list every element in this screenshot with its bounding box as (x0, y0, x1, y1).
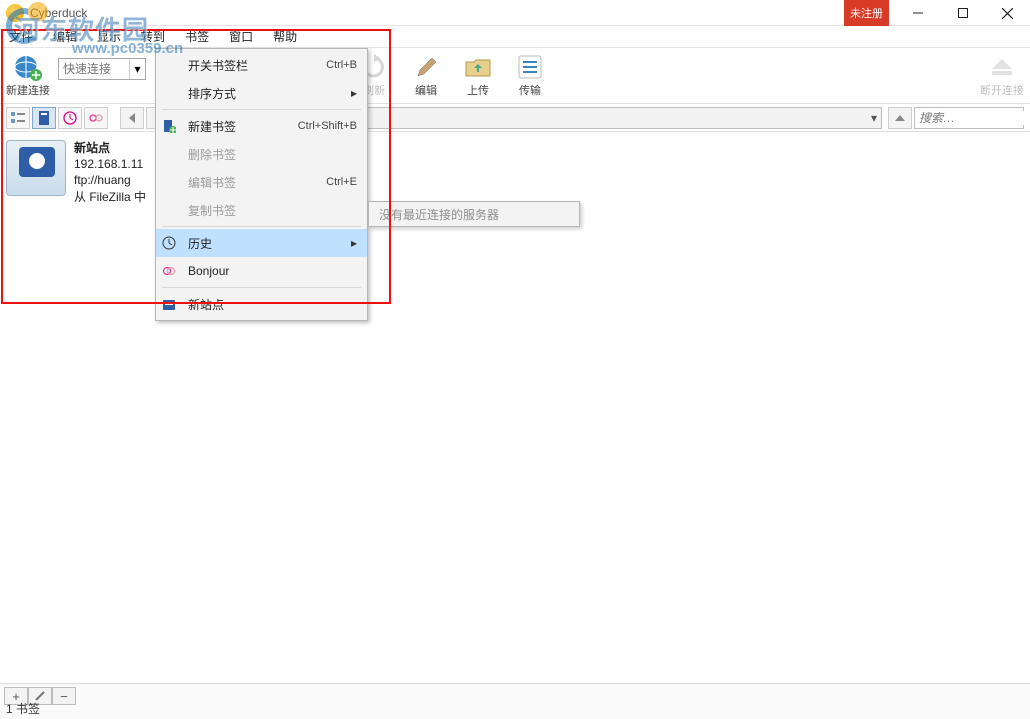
history-submenu: 没有最近连接的服务器 (368, 201, 580, 227)
menu-goto[interactable]: 转到 (138, 26, 168, 47)
menu-help[interactable]: 帮助 (270, 26, 300, 47)
view-bookmark-button[interactable] (32, 107, 56, 129)
menu-delete-bookmark: 删除书签 (156, 140, 367, 168)
search-box[interactable]: 🔍 (914, 107, 1024, 129)
menu-new-site[interactable]: 新站点 (156, 290, 367, 318)
menu-view[interactable]: 显示 (94, 26, 124, 47)
quick-connect[interactable]: ▾ (58, 58, 146, 80)
list-icon (514, 53, 546, 81)
chevron-right-icon: ▸ (351, 86, 357, 100)
status-bar: + − 1 书签 (0, 683, 1030, 719)
app-title: Cyberduck (30, 6, 87, 20)
menu-edit-bookmark: 编辑书签 Ctrl+E (156, 168, 367, 196)
view-outline-button[interactable] (6, 107, 30, 129)
maximize-button[interactable] (940, 0, 985, 26)
nav-up-button[interactable] (888, 107, 912, 129)
upload-button[interactable]: 上传 (456, 53, 500, 98)
eject-icon (986, 53, 1018, 81)
bookmark-url: ftp://huang (74, 172, 146, 188)
menu-new-bookmark[interactable]: 新建书签 Ctrl+Shift+B (156, 112, 367, 140)
menu-sort[interactable]: 排序方式 ▸ (156, 79, 367, 107)
remove-button[interactable]: − (52, 687, 76, 705)
drive-icon (6, 140, 66, 196)
bookmark-menu: 开关书签栏 Ctrl+B 排序方式 ▸ 新建书签 Ctrl+Shift+B 删除… (155, 48, 368, 321)
status-text: 1 书签 (6, 700, 40, 717)
quick-connect-input[interactable] (59, 62, 129, 76)
unregistered-badge[interactable]: 未注册 (844, 0, 889, 26)
transfer-button[interactable]: 传输 (508, 53, 552, 98)
menu-history[interactable]: 历史 ▸ (156, 229, 367, 257)
menu-edit[interactable]: 编辑 (50, 26, 80, 47)
view-history-button[interactable] (58, 107, 82, 129)
menu-bonjour[interactable]: Bonjour (156, 257, 367, 285)
menu-toggle-bookmark-bar[interactable]: 开关书签栏 Ctrl+B (156, 51, 367, 79)
globe-plus-icon (12, 53, 44, 81)
menu-window[interactable]: 窗口 (226, 26, 256, 47)
new-connection-button[interactable]: 新建连接 (6, 53, 50, 98)
nav-back-button[interactable] (120, 107, 144, 129)
folder-up-icon (462, 53, 494, 81)
drive-icon (162, 297, 180, 311)
quick-connect-dropdown[interactable]: ▾ (129, 59, 145, 79)
menu-copy-bookmark: 复制书签 (156, 196, 367, 224)
search-input[interactable] (919, 111, 1030, 125)
chevron-right-icon: ▸ (351, 236, 357, 250)
app-icon (6, 4, 24, 22)
bookmark-item[interactable]: 新站点 192.168.1.11 ftp://huang 从 FileZilla… (6, 140, 146, 205)
close-button[interactable] (985, 0, 1030, 26)
title-bar: Cyberduck 未注册 (0, 0, 1030, 26)
menu-file[interactable]: 文件 (6, 26, 36, 47)
bookmark-source: 从 FileZilla 中 (74, 189, 146, 205)
view-bonjour-button[interactable] (84, 107, 108, 129)
bookmark-name: 新站点 (74, 140, 146, 156)
bookmark-host: 192.168.1.11 (74, 156, 146, 172)
pencil-icon (410, 53, 442, 81)
menu-bookmark[interactable]: 书签 (182, 26, 212, 47)
disconnect-button[interactable]: 断开连接 (980, 53, 1024, 98)
minimize-button[interactable] (895, 0, 940, 26)
bonjour-icon (162, 264, 180, 278)
clock-icon (162, 236, 180, 250)
bookmark-plus-icon (162, 119, 180, 133)
edit-button[interactable]: 编辑 (404, 53, 448, 98)
menu-bar: 文件 编辑 显示 转到 书签 窗口 帮助 (0, 26, 1030, 48)
history-empty-label: 没有最近连接的服务器 (379, 206, 499, 223)
chevron-down-icon: ▾ (871, 111, 877, 125)
